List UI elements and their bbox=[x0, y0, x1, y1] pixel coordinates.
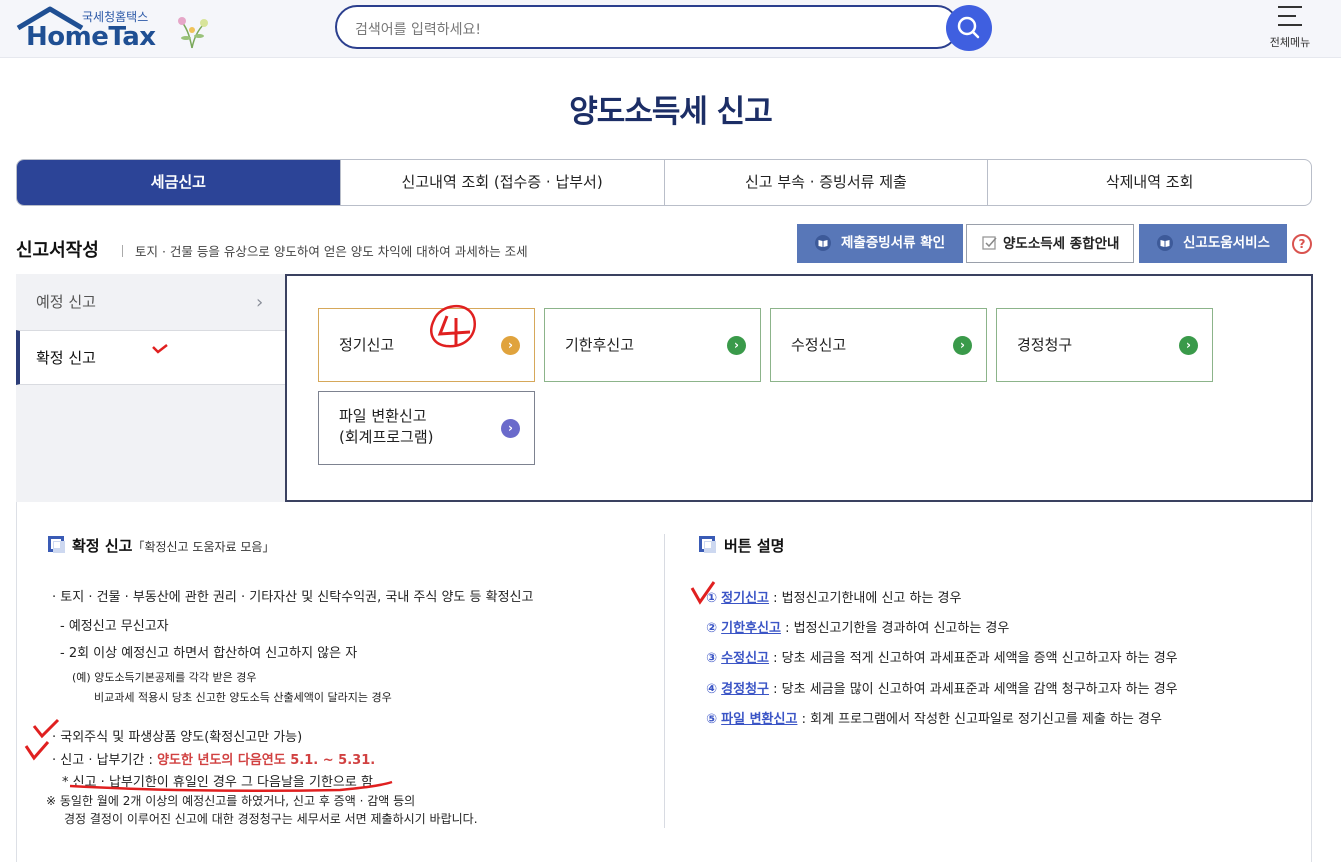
handwritten-annotations bbox=[24, 304, 716, 793]
